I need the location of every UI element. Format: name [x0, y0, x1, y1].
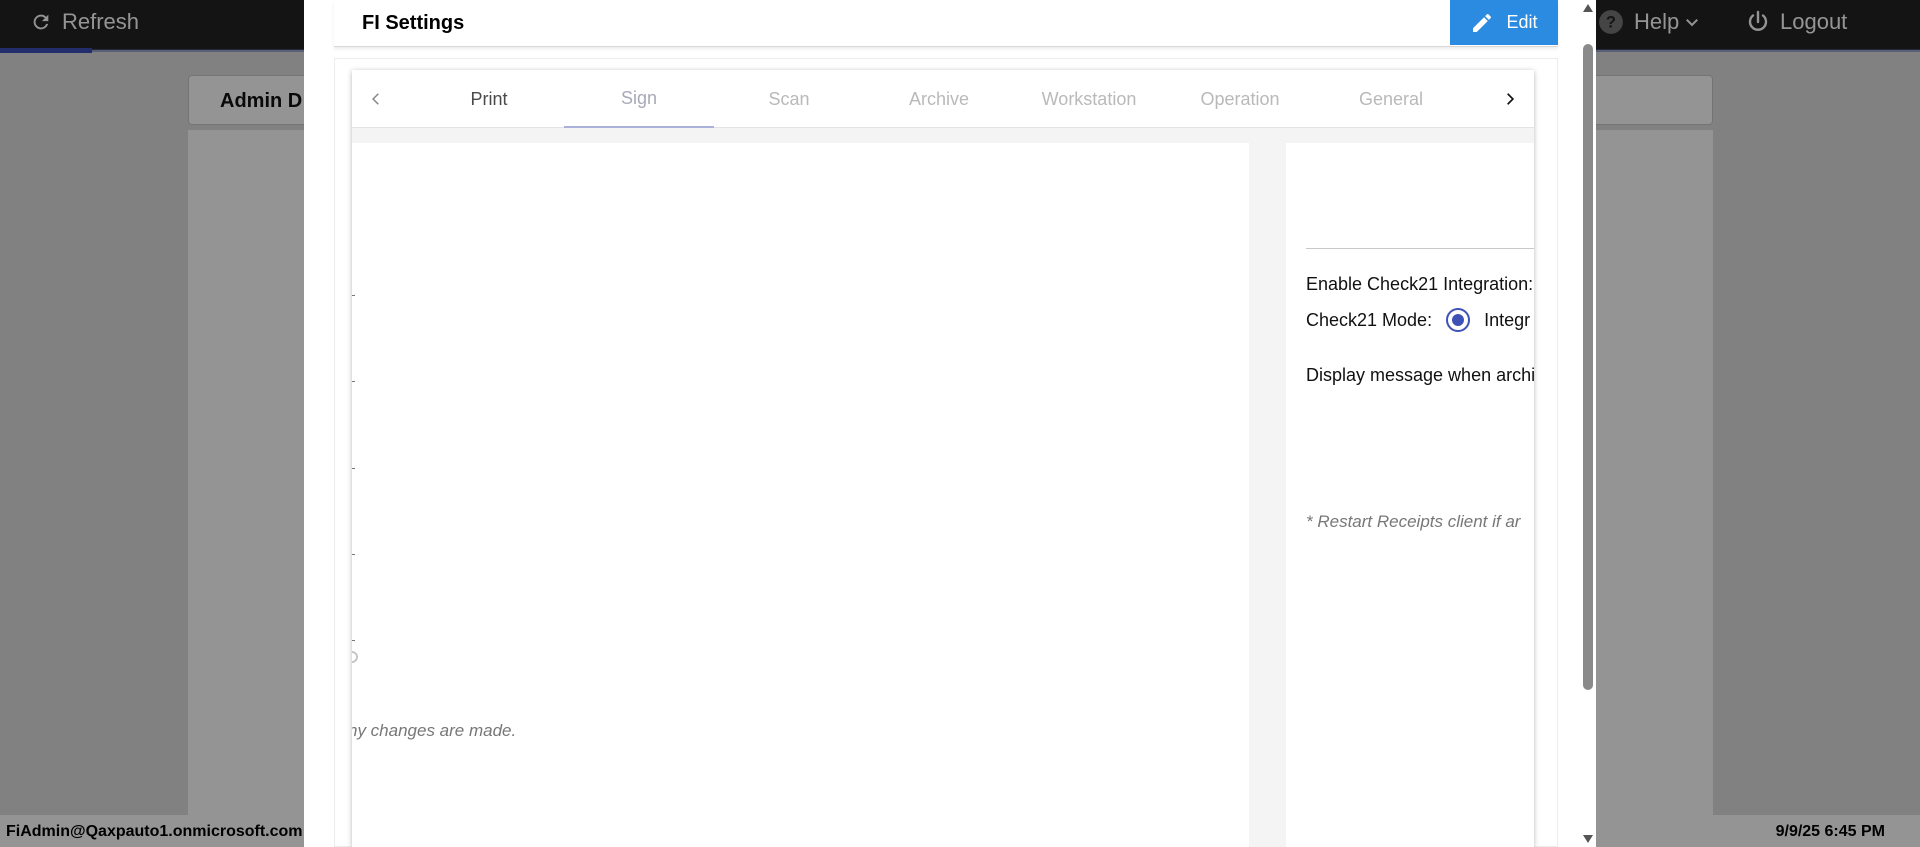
tab-print[interactable]: Print: [414, 70, 564, 128]
enable-check21-row: Enable Check21 Integration:: [1306, 274, 1533, 295]
section-divider: [1306, 248, 1534, 249]
modal-title: FI Settings: [362, 12, 465, 34]
tab-archive[interactable]: Archive: [864, 70, 1014, 128]
check21-mode-option-label: Integr: [1484, 309, 1531, 330]
edit-label: Edit: [1506, 12, 1538, 32]
display-message-label: Display message when archi: [1306, 365, 1534, 385]
tab-scroll-right-button[interactable]: [1496, 85, 1524, 113]
tab-general[interactable]: General: [1316, 70, 1466, 128]
enable-check21-label: Enable Check21 Integration:: [1306, 274, 1534, 294]
scrollbar-thumb[interactable]: [1583, 44, 1593, 690]
form-row-edge: [352, 640, 355, 641]
tab-scan[interactable]: Scan: [714, 70, 864, 128]
sign-settings-panel: Enable Check21 Integration: Check21 Mode…: [1286, 143, 1534, 847]
check21-mode-label: Check21 Mode:: [1306, 309, 1433, 330]
edit-button[interactable]: Edit: [1450, 0, 1558, 45]
restart-note-fragment: ny changes are made.: [352, 721, 517, 740]
scroll-up-arrow-icon[interactable]: [1583, 4, 1593, 12]
pencil-icon: [1473, 13, 1492, 32]
tab-sign[interactable]: Sign: [564, 70, 714, 128]
tab-scroll-left-button[interactable]: [362, 85, 390, 113]
form-row-edge: [352, 554, 355, 555]
fi-settings-modal: FI Settings Edit Print Sign Scan Archive…: [304, 0, 1596, 847]
tab-workstation[interactable]: Workstation: [1014, 70, 1164, 128]
settings-tab-bar: Print Sign Scan Archive Workstation Oper…: [352, 70, 1534, 128]
scroll-down-arrow-icon[interactable]: [1583, 835, 1593, 843]
modal-header: FI Settings Edit: [334, 0, 1558, 47]
check21-mode-radio-selected[interactable]: [1446, 308, 1471, 332]
tab-operation[interactable]: Operation: [1165, 70, 1315, 128]
form-row-edge: [352, 381, 355, 382]
modal-scrollbar[interactable]: [1580, 0, 1596, 847]
print-settings-panel: ny changes are made.: [352, 143, 1249, 847]
chevron-right-icon: [1507, 93, 1515, 105]
radio-fragment[interactable]: [352, 651, 358, 663]
form-row-edge: [352, 468, 355, 469]
check21-mode-row: Check21 Mode: Integr: [1306, 308, 1530, 332]
display-message-row: Display message when archi: [1306, 365, 1534, 386]
form-row-edge: [352, 295, 355, 296]
chevron-left-icon: [372, 93, 379, 105]
restart-note: * Restart Receipts client if ar: [1306, 512, 1521, 531]
settings-tabs-container: Print Sign Scan Archive Workstation Oper…: [352, 70, 1534, 847]
